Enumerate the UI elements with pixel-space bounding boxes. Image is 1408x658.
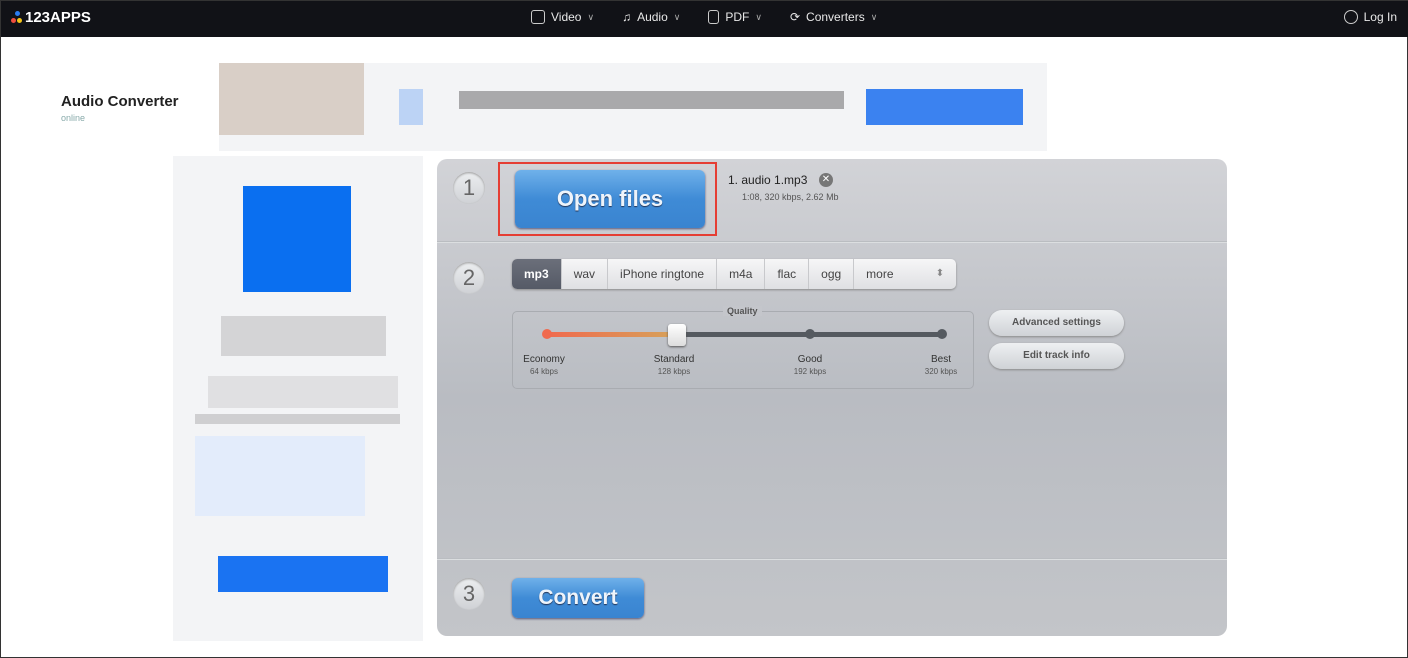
nav-converters[interactable]: ⟳ Converters ∨ <box>790 10 877 24</box>
nav-audio[interactable]: ♫ Audio ∨ <box>622 10 680 24</box>
slider-thumb[interactable] <box>668 324 686 346</box>
level-name: Economy <box>523 354 565 365</box>
app-title: Audio Converter <box>61 93 179 110</box>
format-iphone-ringtone[interactable]: iPhone ringtone <box>608 259 718 289</box>
format-wav[interactable]: wav <box>562 259 609 289</box>
music-icon: ♫ <box>622 10 632 24</box>
blurred-ad-banner <box>219 63 1047 151</box>
quality-label: Quality <box>723 306 762 316</box>
step-1-badge: 1 <box>453 172 485 204</box>
convert-button[interactable]: Convert <box>512 578 644 618</box>
step-2-badge: 2 <box>453 262 485 294</box>
video-icon <box>531 10 545 24</box>
quality-group: Quality Economy 64 kbps Standard 128 kbps … <box>509 306 976 389</box>
level-name: Good <box>797 354 823 365</box>
nav-label: Video <box>551 10 582 24</box>
login-label: Log In <box>1363 10 1397 24</box>
format-ogg[interactable]: ogg <box>809 259 855 289</box>
divider <box>437 558 1227 560</box>
level-name: Standard <box>653 354 695 365</box>
level-rate: 64 kbps <box>529 367 559 376</box>
logo-dots-icon <box>11 10 22 25</box>
level-rate: 320 kbps <box>924 367 958 376</box>
nav-label: Audio <box>637 10 668 24</box>
main-nav: Video ∨ ♫ Audio ∨ PDF ∨ ⟳ Converters ∨ <box>531 10 877 24</box>
level-good: Good 192 kbps <box>775 354 845 376</box>
level-rate: 192 kbps <box>793 367 827 376</box>
tick-good[interactable] <box>805 329 815 339</box>
nav-video[interactable]: Video ∨ <box>531 10 594 24</box>
file-name: 1. audio 1.mp3 <box>728 173 808 187</box>
pdf-icon <box>708 10 720 24</box>
user-icon <box>1343 10 1358 24</box>
login-button[interactable]: Log In <box>1343 10 1397 24</box>
step-3-badge: 3 <box>453 578 485 610</box>
level-rate: 128 kbps <box>657 367 691 376</box>
tick-best[interactable] <box>937 329 947 339</box>
blurred-ad-sidebar <box>173 156 423 641</box>
level-best: Best 320 kbps <box>906 354 976 376</box>
format-mp3[interactable]: mp3 <box>512 259 562 289</box>
nav-label: Converters <box>806 10 865 24</box>
file-info: 1:08, 320 kbps, 2.62 Mb <box>742 192 839 202</box>
nav-pdf[interactable]: PDF ∨ <box>708 10 762 24</box>
format-tabs: mp3 wav iPhone ringtone m4a flac ogg mor… <box>512 259 957 289</box>
level-standard: Standard 128 kbps <box>639 354 709 376</box>
format-m4a[interactable]: m4a <box>717 259 766 289</box>
advanced-settings-button[interactable]: Advanced settings <box>989 310 1124 336</box>
chevron-down-icon: ∨ <box>870 11 878 22</box>
divider <box>437 241 1227 243</box>
top-bar: 123APPS Video ∨ ♫ Audio ∨ PDF ∨ ⟳ Converters ∨… <box>1 1 1408 37</box>
updown-icon: ⬍ <box>935 268 945 279</box>
nav-label: PDF <box>725 10 750 24</box>
level-economy: Economy 64 kbps <box>509 354 579 376</box>
slider-fill <box>547 332 678 337</box>
brand-logo[interactable]: 123APPS <box>11 9 91 26</box>
tick-economy[interactable] <box>542 329 552 339</box>
remove-file-icon[interactable]: ✕ <box>819 173 833 187</box>
more-label: more <box>866 267 894 281</box>
chevron-down-icon: ∨ <box>673 11 681 22</box>
format-flac[interactable]: flac <box>765 259 810 289</box>
chevron-down-icon: ∨ <box>587 11 595 22</box>
brand-name: 123APPS <box>25 9 91 26</box>
highlight-box <box>498 162 717 236</box>
app-subtitle: online <box>61 113 86 123</box>
level-name: Best <box>930 354 951 365</box>
chevron-down-icon: ∨ <box>755 11 762 22</box>
format-more-select[interactable]: more ⬍ <box>854 259 956 289</box>
converters-icon: ⟳ <box>789 10 801 24</box>
quality-slider[interactable] <box>542 324 947 346</box>
edit-track-info-button[interactable]: Edit track info <box>989 343 1124 369</box>
